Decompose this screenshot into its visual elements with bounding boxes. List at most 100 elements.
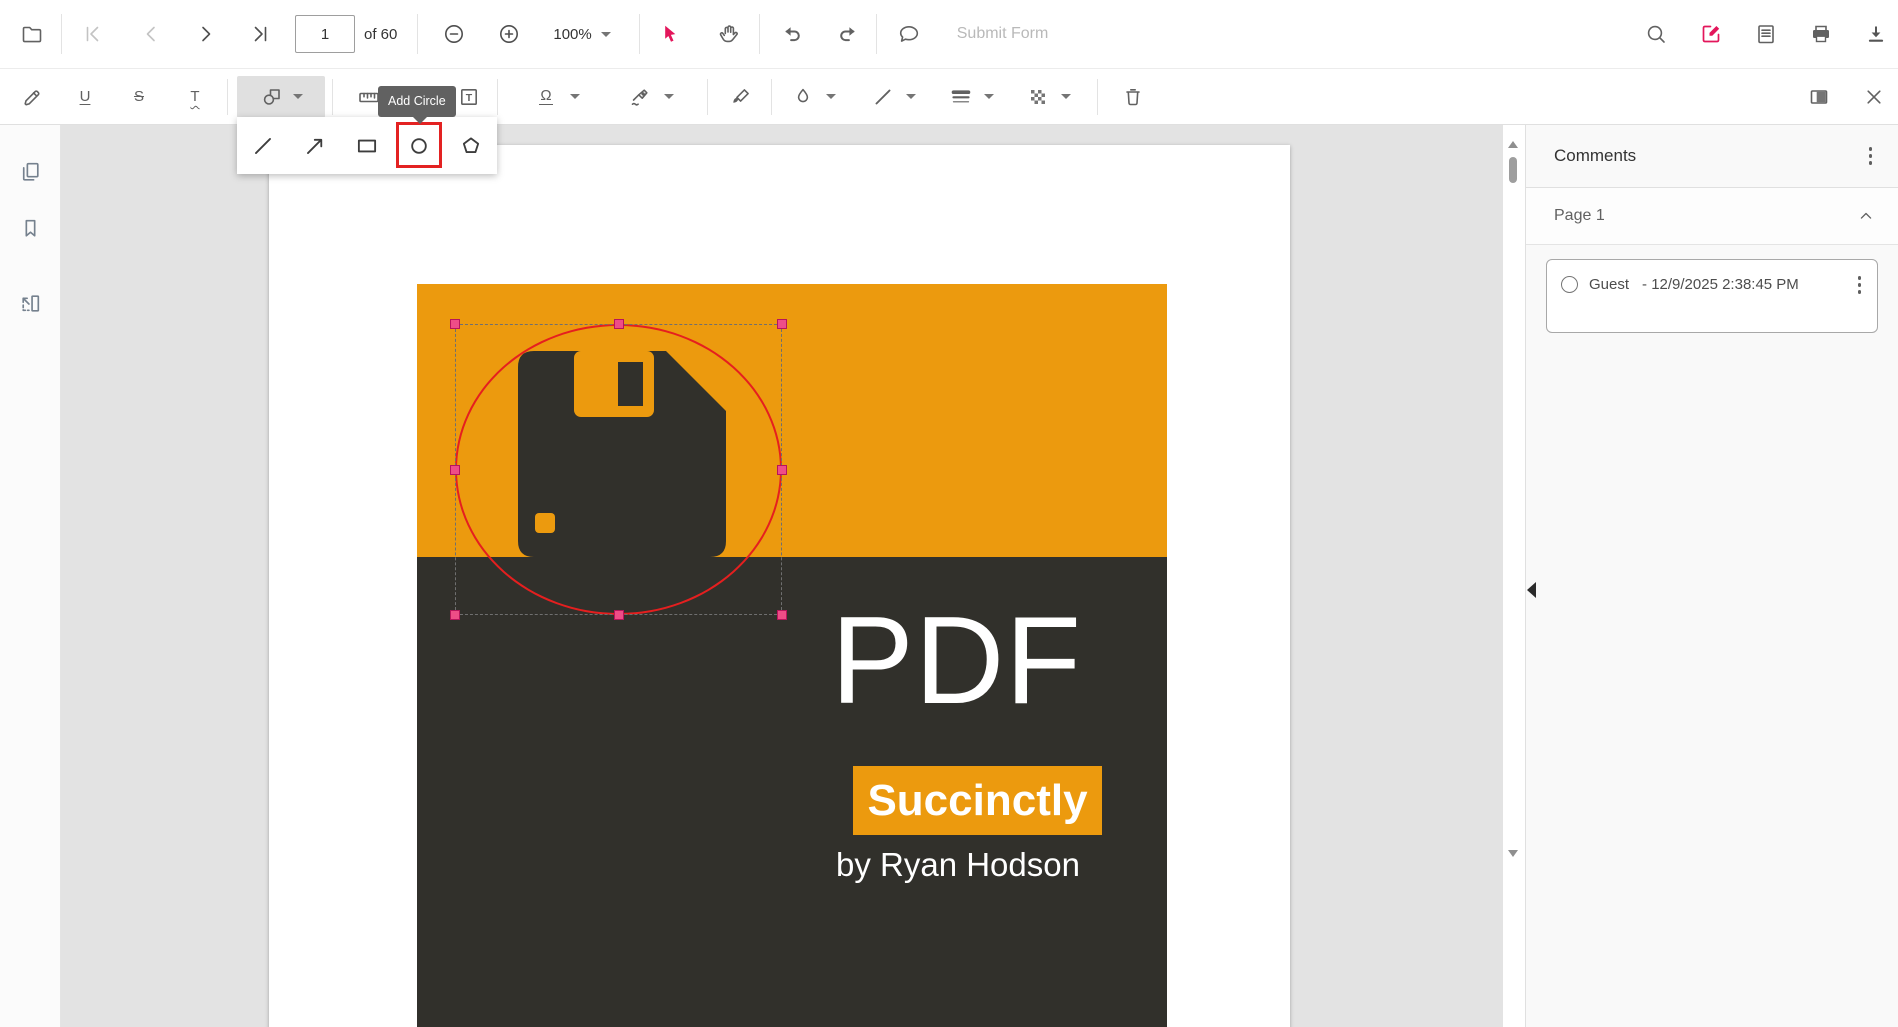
undo-button[interactable] xyxy=(770,12,814,56)
document-canvas[interactable]: PDF Succinctly by Ryan Hodson xyxy=(61,125,1503,1027)
comment-timestamp: - 12/9/2025 2:38:45 PM xyxy=(1642,276,1851,293)
comment-menu-icon[interactable] xyxy=(1852,270,1868,300)
selection-bounds xyxy=(455,324,782,615)
page-thumbnails-icon xyxy=(18,159,43,184)
resize-handle-se[interactable] xyxy=(777,610,787,620)
sidebar-organize-pages-button[interactable] xyxy=(10,283,50,323)
chevron-down-icon xyxy=(664,94,674,99)
redo-button[interactable] xyxy=(826,12,870,56)
resize-handle-e[interactable] xyxy=(777,465,787,475)
main-toolbar: of 60 100% xyxy=(0,0,1898,69)
opacity-button[interactable] xyxy=(1016,75,1060,119)
cover-dark-band: PDF Succinctly by Ryan Hodson xyxy=(417,557,1167,1027)
first-page-button[interactable] xyxy=(70,12,114,56)
download-button[interactable] xyxy=(1854,12,1898,56)
divider xyxy=(639,14,640,54)
zoom-in-button[interactable] xyxy=(487,12,531,56)
strikethrough-button[interactable]: S xyxy=(117,75,161,119)
last-page-button[interactable] xyxy=(239,12,283,56)
add-comment-button[interactable] xyxy=(887,12,931,56)
pan-tool-button[interactable] xyxy=(707,12,751,56)
zoom-level-value: 100% xyxy=(553,26,591,43)
search-button[interactable] xyxy=(1634,12,1678,56)
add-line-button[interactable] xyxy=(237,117,289,174)
squiggly-button[interactable]: T xyxy=(173,75,217,119)
underline-button[interactable]: U xyxy=(63,75,107,119)
fill-color-icon xyxy=(791,85,815,109)
divider xyxy=(332,79,333,115)
text-view-icon xyxy=(1754,22,1778,46)
previous-page-button[interactable] xyxy=(129,12,173,56)
stroke-color-button[interactable] xyxy=(861,75,905,119)
annotation-button[interactable] xyxy=(1689,12,1733,56)
page-group-label: Page 1 xyxy=(1554,207,1856,225)
add-arrow-button[interactable] xyxy=(289,117,341,174)
divider xyxy=(876,14,877,54)
resize-handle-sw[interactable] xyxy=(450,610,460,620)
divider xyxy=(497,79,498,115)
previous-page-icon xyxy=(139,22,163,46)
tooltip: Add Circle xyxy=(378,86,456,117)
ink-button[interactable] xyxy=(719,75,763,119)
sidebar-bookmarks-button[interactable] xyxy=(10,208,50,248)
highlight-icon xyxy=(20,85,44,109)
comment-panel-toggle-button[interactable] xyxy=(1797,75,1841,119)
comments-menu-icon[interactable] xyxy=(1863,141,1879,171)
document-scrollbar[interactable] xyxy=(1507,125,1519,861)
comment-card[interactable]: Guest - 12/9/2025 2:38:45 PM xyxy=(1546,259,1878,333)
page-group-header[interactable]: Page 1 xyxy=(1526,188,1898,245)
organize-pages-icon xyxy=(18,291,43,316)
submit-form-button[interactable]: Submit Form xyxy=(957,25,1049,43)
text-view-button[interactable] xyxy=(1744,12,1788,56)
sidebar-thumbnails-button[interactable] xyxy=(10,151,50,191)
delete-trash-icon xyxy=(1121,85,1145,109)
rectangle-icon xyxy=(354,133,380,159)
zoom-out-button[interactable] xyxy=(432,12,476,56)
svg-text:T: T xyxy=(466,91,473,103)
panel-collapse-icon[interactable] xyxy=(1527,582,1536,598)
scroll-down-icon[interactable] xyxy=(1508,850,1518,857)
page-count-label: of 60 xyxy=(364,26,397,43)
resize-handle-n[interactable] xyxy=(614,319,624,329)
highlight-button[interactable] xyxy=(10,75,54,119)
next-page-icon xyxy=(194,22,218,46)
cover-byline: by Ryan Hodson xyxy=(836,846,1080,884)
divider xyxy=(417,14,418,54)
page-number-input[interactable] xyxy=(295,15,355,53)
resize-handle-ne[interactable] xyxy=(777,319,787,329)
chevron-down-icon xyxy=(1061,94,1071,99)
add-circle-button[interactable] xyxy=(393,117,445,174)
document-viewport: PDF Succinctly by Ryan Hodson xyxy=(61,125,1525,1027)
resize-handle-w[interactable] xyxy=(450,465,460,475)
zoom-in-icon xyxy=(497,22,521,46)
stamp-button[interactable]: Ω xyxy=(524,75,568,119)
shapes-dropdown-button[interactable] xyxy=(237,76,325,118)
comments-panel: Comments Page 1 Guest - 12/9/2025 2:38:4… xyxy=(1525,125,1898,1027)
divider xyxy=(759,14,760,54)
chevron-down-icon xyxy=(906,94,916,99)
divider xyxy=(1097,79,1098,115)
resize-handle-nw[interactable] xyxy=(450,319,460,329)
comment-panel-icon xyxy=(1807,85,1831,109)
close-toolbar-button[interactable] xyxy=(1852,75,1896,119)
selected-annotation xyxy=(455,324,782,615)
circle-annotation-icon xyxy=(1561,276,1578,293)
scrollbar-thumb[interactable] xyxy=(1509,157,1517,183)
signature-button[interactable] xyxy=(618,75,662,119)
divider xyxy=(707,79,708,115)
fill-color-button[interactable] xyxy=(781,75,825,119)
zoom-level-dropdown[interactable]: 100% xyxy=(553,26,610,43)
chevron-down-icon xyxy=(293,94,303,99)
delete-annotation-button[interactable] xyxy=(1111,75,1155,119)
resize-handle-s[interactable] xyxy=(614,610,624,620)
shapes-icon xyxy=(260,85,284,109)
open-file-button[interactable] xyxy=(10,12,54,56)
search-icon xyxy=(1644,22,1668,46)
add-polygon-button[interactable] xyxy=(445,117,497,174)
thickness-button[interactable] xyxy=(939,75,983,119)
next-page-button[interactable] xyxy=(184,12,228,56)
add-rectangle-button[interactable] xyxy=(341,117,393,174)
print-button[interactable] xyxy=(1799,12,1843,56)
scroll-up-icon[interactable] xyxy=(1508,141,1518,148)
selection-tool-button[interactable] xyxy=(648,12,692,56)
